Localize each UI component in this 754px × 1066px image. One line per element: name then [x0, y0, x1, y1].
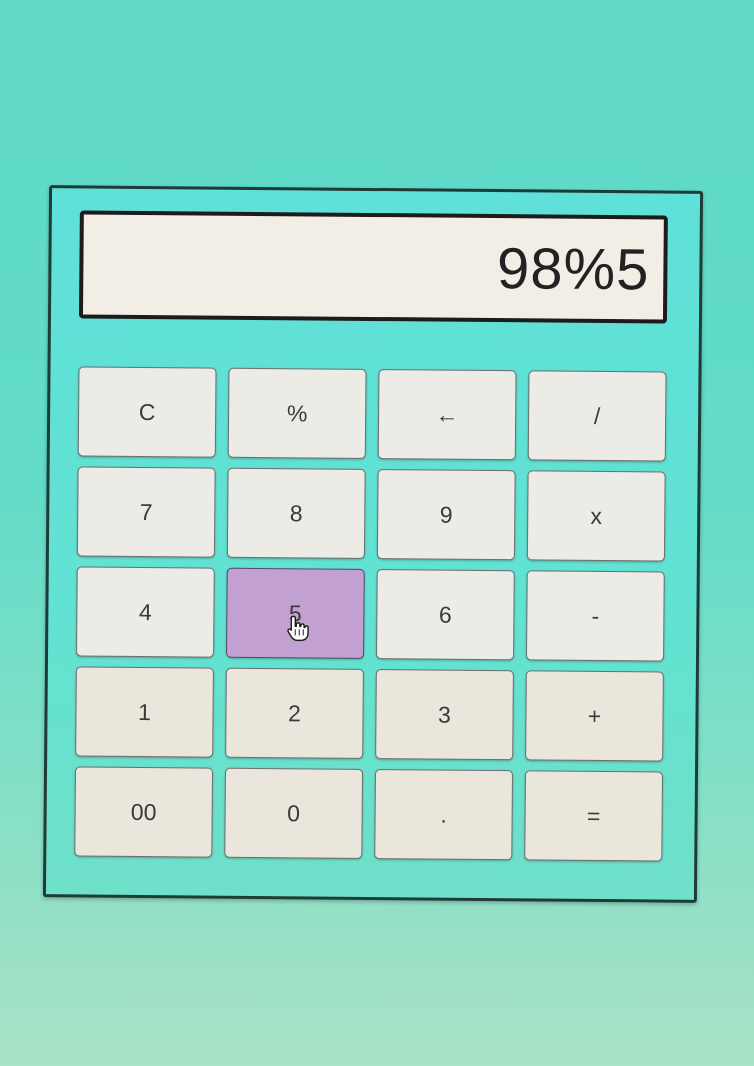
modulo-button[interactable]: %: [227, 367, 367, 459]
backspace-button[interactable]: ←: [377, 369, 517, 461]
digit-6-button[interactable]: 6: [375, 569, 515, 661]
divide-button[interactable]: /: [527, 370, 667, 462]
equals-button[interactable]: =: [524, 770, 664, 862]
keypad: C % ← / 7 8 9 x 4 5 6 - 1 2 3 + 00 0 . =: [74, 366, 670, 862]
digit-5-button[interactable]: 5: [226, 567, 365, 659]
digit-2-button[interactable]: 2: [225, 667, 364, 759]
digit-7-button[interactable]: 7: [76, 466, 216, 558]
hand-pointer-icon: [287, 615, 309, 642]
double-zero-button[interactable]: 00: [74, 766, 214, 858]
calculator-display: 98%5: [78, 210, 668, 324]
digit-9-button[interactable]: 9: [376, 469, 516, 561]
digit-1-button[interactable]: 1: [75, 666, 214, 758]
digit-3-button[interactable]: 3: [375, 669, 514, 761]
subtract-button[interactable]: -: [525, 570, 665, 662]
decimal-button[interactable]: .: [374, 769, 514, 861]
calculator: 98%5 C % ← / 7 8 9 x 4 5 6 - 1 2 3 + 00 …: [42, 185, 704, 903]
digit-8-button[interactable]: 8: [226, 467, 366, 559]
add-button[interactable]: +: [525, 670, 664, 762]
multiply-button[interactable]: x: [526, 470, 666, 562]
display-value: 98%5: [496, 235, 650, 302]
digit-0-button[interactable]: 0: [224, 767, 364, 859]
clear-button[interactable]: C: [77, 366, 217, 458]
digit-4-button[interactable]: 4: [76, 566, 215, 658]
